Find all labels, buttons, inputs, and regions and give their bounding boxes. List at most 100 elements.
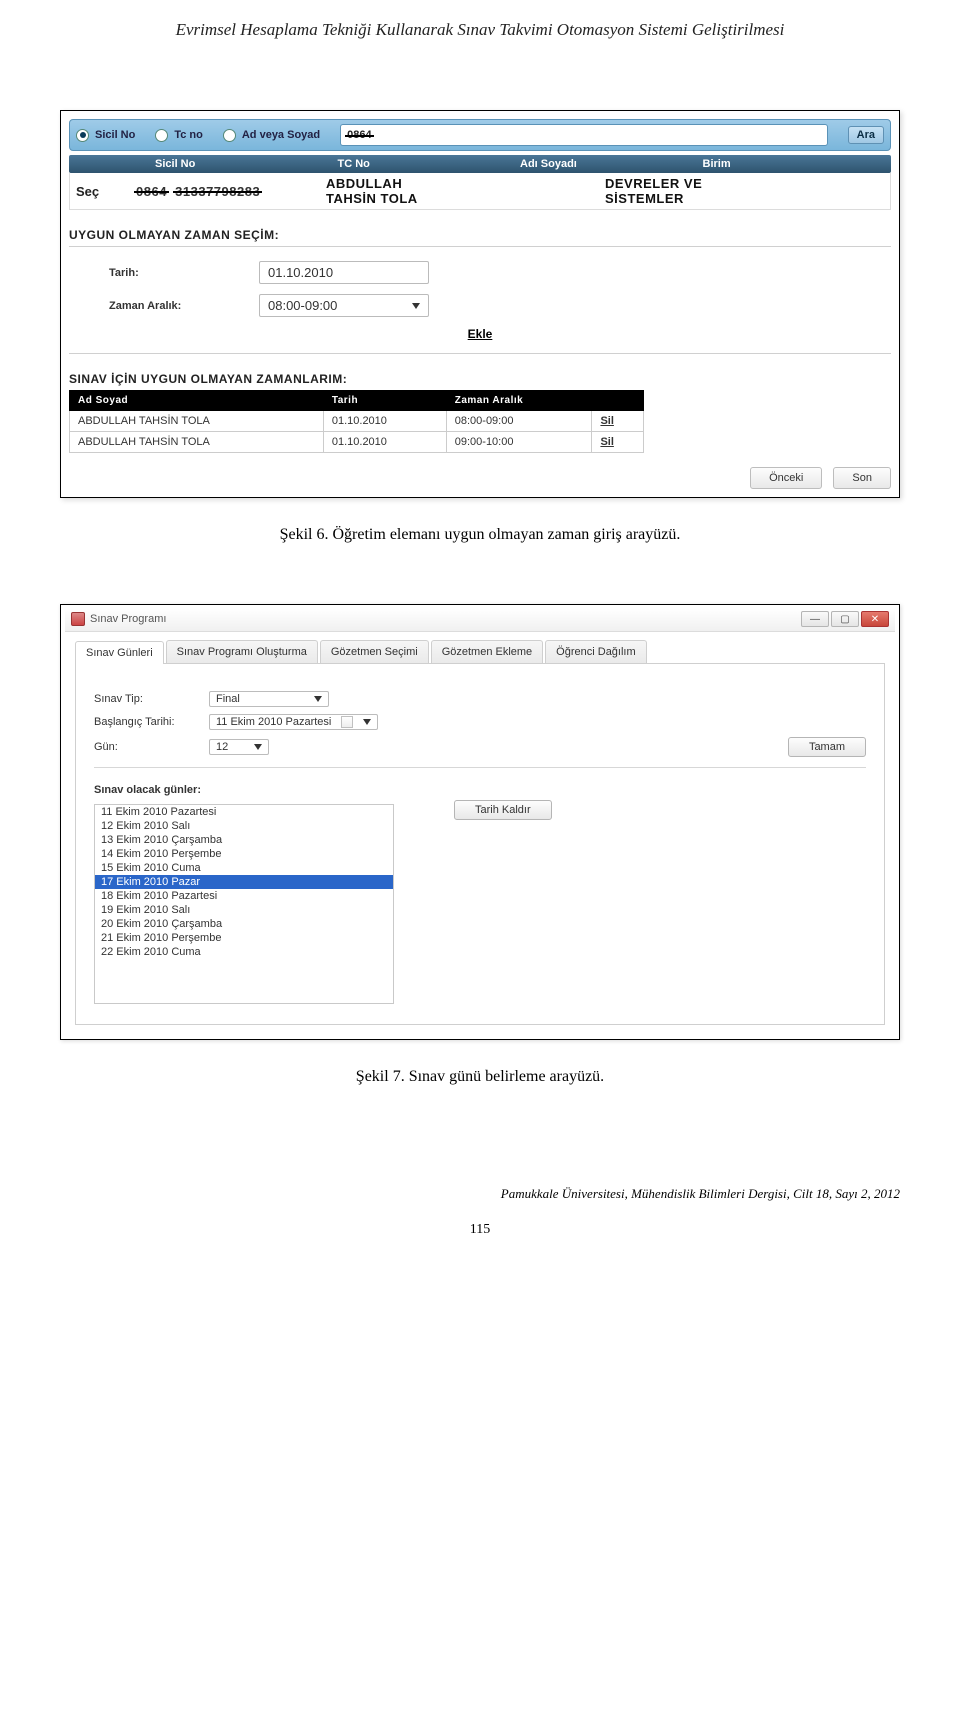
- close-button[interactable]: ✕: [861, 611, 889, 627]
- ok-button[interactable]: Tamam: [788, 737, 866, 757]
- radio-label: Ad veya Soyad: [242, 129, 320, 141]
- figure-6: Sicil No Tc no Ad veya Soyad 0864 Ara: [60, 110, 900, 544]
- day-label: Gün:: [94, 741, 209, 753]
- search-value: 0864: [347, 129, 371, 141]
- figure-7: Sınav Programı — ▢ ✕ Sınav GünleriSınav …: [60, 604, 900, 1086]
- list-title: Sınav olacak günler:: [94, 784, 866, 796]
- select-link[interactable]: Seç: [76, 184, 136, 199]
- remove-date-button[interactable]: Tarih Kaldır: [454, 800, 552, 820]
- tabs: Sınav GünleriSınav Programı OluşturmaGöz…: [75, 640, 885, 664]
- search-bar: Sicil No Tc no Ad veya Soyad 0864 Ara: [69, 119, 891, 151]
- chevron-down-icon: [412, 303, 420, 309]
- maximize-button[interactable]: ▢: [831, 611, 859, 627]
- col-birim: Birim: [703, 158, 886, 170]
- tab-gözetmen-seçimi[interactable]: Gözetmen Seçimi: [320, 640, 429, 663]
- list-item[interactable]: 14 Ekim 2010 Perşembe: [95, 847, 393, 861]
- table-row: ABDULLAH TAHSİN TOLA01.10.201009:00-10:0…: [70, 432, 644, 453]
- calendar-icon: [341, 716, 353, 728]
- cell-date: 01.10.2010: [323, 411, 446, 432]
- search-button[interactable]: Ara: [848, 126, 884, 144]
- result-header: Sicil No TC No Adı Soyadı Birim: [69, 155, 891, 173]
- col-name: Adı Soyadı: [520, 158, 703, 170]
- journal-footer: Pamukkale Üniversitesi, Mühendislik Bili…: [60, 1186, 900, 1202]
- list-item[interactable]: 18 Ekim 2010 Pazartesi: [95, 889, 393, 903]
- type-dropdown[interactable]: Final: [209, 691, 329, 707]
- date-label: Tarih:: [109, 267, 259, 279]
- list-item[interactable]: 20 Ekim 2010 Çarşamba: [95, 917, 393, 931]
- day-dropdown[interactable]: 12: [209, 739, 269, 755]
- nav-row: Önceki Son: [69, 467, 891, 489]
- window-title: Sınav Programı: [90, 613, 166, 625]
- search-input[interactable]: 0864: [340, 124, 828, 146]
- type-label: Sınav Tip:: [94, 693, 209, 705]
- list-item[interactable]: 22 Ekim 2010 Cuma: [95, 945, 393, 959]
- list-item[interactable]: 21 Ekim 2010 Perşembe: [95, 931, 393, 945]
- radio-tc-no[interactable]: Tc no: [155, 129, 203, 142]
- radio-icon: [76, 129, 89, 142]
- page-title: Evrimsel Hesaplama Tekniği Kullanarak Sı…: [60, 20, 900, 40]
- list-item[interactable]: 15 Ekim 2010 Cuma: [95, 861, 393, 875]
- invalid-times-table: Ad Soyad Tarih Zaman Aralık ABDULLAH TAH…: [69, 390, 644, 453]
- radio-sicil-no[interactable]: Sicil No: [76, 129, 135, 142]
- result-name-1: ABDULLAH: [326, 176, 402, 191]
- cell-name: ABDULLAH TAHSİN TOLA: [70, 432, 324, 453]
- prev-button[interactable]: Önceki: [750, 467, 822, 489]
- delete-link[interactable]: Sil: [600, 436, 613, 448]
- radio-label: Tc no: [174, 129, 203, 141]
- list-item[interactable]: 11 Ekim 2010 Pazartesi: [95, 805, 393, 819]
- tab-sınav-programı-oluşturma[interactable]: Sınav Programı Oluşturma: [166, 640, 318, 663]
- window-titlebar: Sınav Programı — ▢ ✕: [65, 609, 895, 632]
- chevron-down-icon: [254, 744, 262, 750]
- delete-link[interactable]: Sil: [600, 415, 613, 427]
- range-label: Zaman Aralık:: [109, 300, 259, 312]
- result-name-2: TAHSİN TOLA: [326, 191, 418, 206]
- range-dropdown[interactable]: 08:00-09:00: [259, 294, 429, 317]
- cell-date: 01.10.2010: [323, 432, 446, 453]
- result-tcno: 31337798283: [175, 184, 260, 199]
- chevron-down-icon: [314, 696, 322, 702]
- tab-öğrenci-dağılım[interactable]: Öğrenci Dağılım: [545, 640, 646, 663]
- result-birim-2: SİSTEMLER: [605, 191, 684, 206]
- cell-range: 09:00-10:00: [446, 432, 592, 453]
- radio-ad-soyad[interactable]: Ad veya Soyad: [223, 129, 320, 142]
- list-item[interactable]: 19 Ekim 2010 Salı: [95, 903, 393, 917]
- tab-gözetmen-ekleme[interactable]: Gözetmen Ekleme: [431, 640, 543, 663]
- radio-icon: [155, 129, 168, 142]
- section-time-select: UYGUN OLMAYAN ZAMAN SEÇİM:: [69, 228, 891, 242]
- list-item[interactable]: 12 Ekim 2010 Salı: [95, 819, 393, 833]
- th-date: Tarih: [323, 391, 446, 411]
- start-label: Başlangıç Tarihi:: [94, 716, 209, 728]
- cell-name: ABDULLAH TAHSİN TOLA: [70, 411, 324, 432]
- window-controls: — ▢ ✕: [801, 611, 889, 627]
- start-value: 11 Ekim 2010 Pazartesi: [216, 716, 331, 728]
- th-range: Zaman Aralık: [446, 391, 592, 411]
- date-input[interactable]: 01.10.2010: [259, 261, 429, 284]
- table-row: ABDULLAH TAHSİN TOLA01.10.201008:00-09:0…: [70, 411, 644, 432]
- days-listbox[interactable]: 11 Ekim 2010 Pazartesi12 Ekim 2010 Salı1…: [94, 804, 394, 1004]
- col-tcno: TC No: [338, 158, 521, 170]
- ekle-button[interactable]: Ekle: [468, 327, 493, 341]
- start-datepicker[interactable]: 11 Ekim 2010 Pazartesi: [209, 714, 378, 730]
- result-row[interactable]: Seç 0864 31337798283 ABDULLAH TAHSİN TOL…: [69, 173, 891, 210]
- th-action: [592, 391, 644, 411]
- figure-6-caption: Şekil 6. Öğretim elemanı uygun olmayan z…: [60, 526, 900, 544]
- list-item[interactable]: 17 Ekim 2010 Pazar: [95, 875, 393, 889]
- type-value: Final: [216, 693, 240, 705]
- day-value: 12: [216, 741, 228, 753]
- result-sicil: 0864: [136, 184, 167, 199]
- list-item[interactable]: 13 Ekim 2010 Çarşamba: [95, 833, 393, 847]
- col-sicil: Sicil No: [155, 158, 338, 170]
- range-value: 08:00-09:00: [268, 298, 337, 313]
- chevron-down-icon: [363, 719, 371, 725]
- tab-sınav-günleri[interactable]: Sınav Günleri: [75, 641, 164, 664]
- app-icon: [71, 612, 85, 626]
- last-button[interactable]: Son: [833, 467, 891, 489]
- section-invalid-times: SINAV İÇİN UYGUN OLMAYAN ZAMANLARIM:: [69, 372, 891, 386]
- result-birim-1: DEVRELER VE: [605, 176, 702, 191]
- th-name: Ad Soyad: [70, 391, 324, 411]
- minimize-button[interactable]: —: [801, 611, 829, 627]
- figure-7-caption: Şekil 7. Sınav günü belirleme arayüzü.: [60, 1068, 900, 1086]
- page-number: 115: [60, 1222, 900, 1238]
- radio-icon: [223, 129, 236, 142]
- radio-label: Sicil No: [95, 129, 135, 141]
